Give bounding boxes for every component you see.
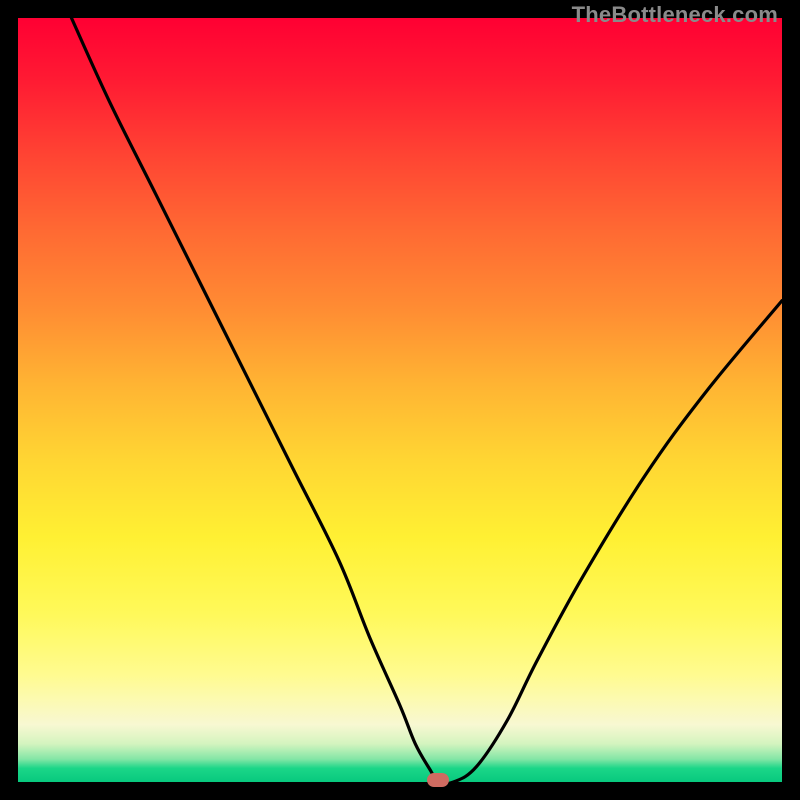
chart-frame: TheBottleneck.com <box>0 0 800 800</box>
optimal-point-marker <box>427 773 449 787</box>
bottleneck-curve <box>18 18 782 782</box>
